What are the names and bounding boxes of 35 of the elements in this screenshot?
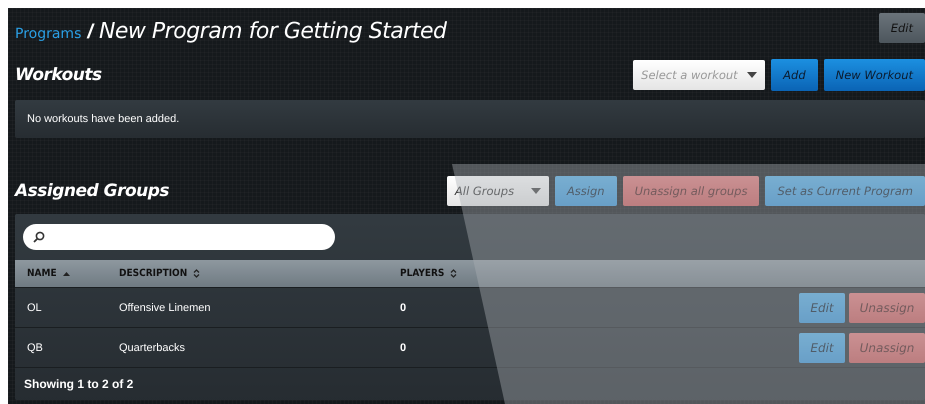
page-title: New Program for Getting Started xyxy=(98,18,446,44)
group-button[interactable]: Set as Current Program xyxy=(765,176,925,206)
table-footer-info: Showing 1 to 2 of 2 xyxy=(24,377,134,391)
search-icon xyxy=(33,231,45,243)
edit-button[interactable]: Edit xyxy=(878,13,925,43)
column-header[interactable]: PLAYERS xyxy=(388,268,508,279)
breadcrumb-link[interactable]: Programs xyxy=(15,26,82,42)
group-filter-select[interactable]: All Groups xyxy=(446,176,549,206)
column-header[interactable]: DESCRIPTION xyxy=(107,268,388,279)
sort-icon xyxy=(193,269,200,278)
workout-button[interactable]: Add xyxy=(771,59,818,91)
section-title: Workouts xyxy=(15,65,102,85)
workout-button[interactable]: New Workout xyxy=(824,59,925,91)
unassign-button[interactable]: Unassign xyxy=(849,332,925,362)
table-cell-text: 0 xyxy=(399,302,408,314)
table-cell-text: OL xyxy=(26,302,43,314)
breadcrumb-separator: / xyxy=(87,20,93,44)
caret-icon xyxy=(747,72,758,78)
column-header[interactable]: NAME xyxy=(15,268,107,279)
unassign-button[interactable]: Unassign xyxy=(849,292,925,322)
group-button[interactable]: Unassign all groups xyxy=(622,176,760,206)
table-cell-text: 0 xyxy=(399,342,408,354)
edit-button[interactable]: Edit xyxy=(799,332,845,362)
table-cell-text: Quarterbacks xyxy=(118,342,186,354)
sort-icon xyxy=(450,269,458,278)
table-cell-text: QB xyxy=(26,342,44,354)
sort-ascending-icon xyxy=(62,272,70,276)
empty-message: No workouts have been added. xyxy=(27,113,180,125)
search-field[interactable] xyxy=(23,224,335,250)
edit-button[interactable]: Edit xyxy=(799,292,845,322)
section-title: Assigned Groups xyxy=(15,181,170,201)
workout-select[interactable]: Select a workout xyxy=(633,60,766,90)
group-button[interactable]: Assign xyxy=(554,176,617,206)
table-cell-text: Offensive Linemen xyxy=(118,302,212,314)
caret-icon xyxy=(530,188,541,194)
